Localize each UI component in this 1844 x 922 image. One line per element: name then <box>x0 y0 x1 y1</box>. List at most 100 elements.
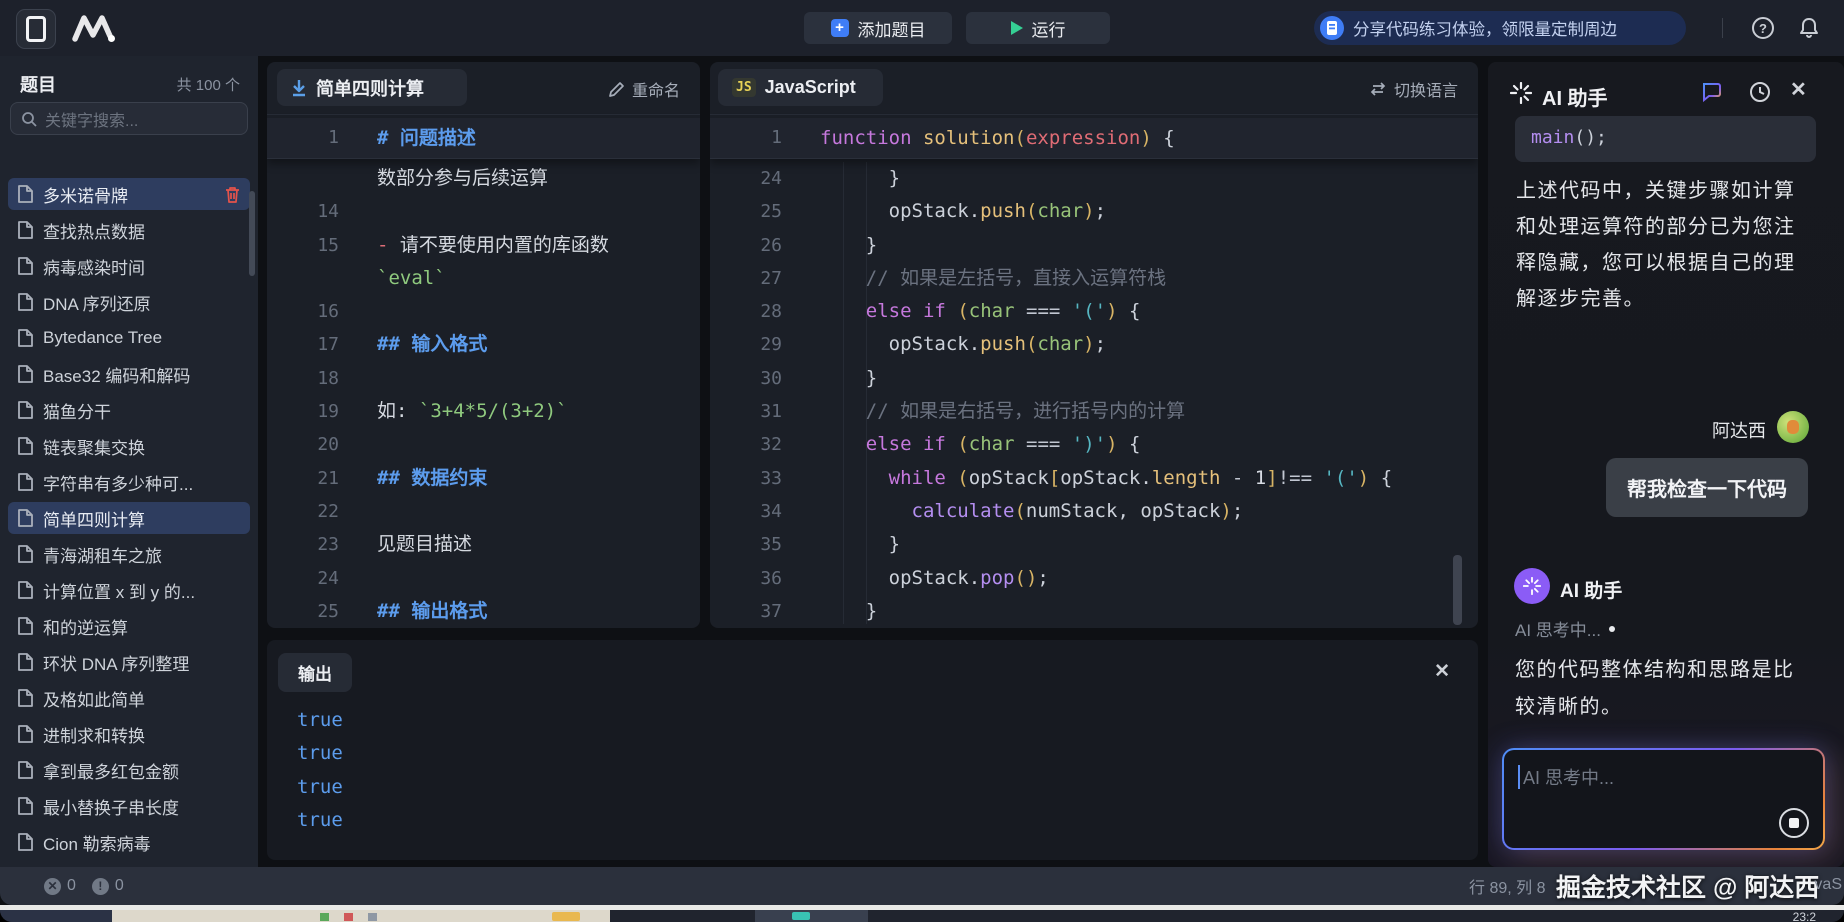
document-icon <box>18 221 33 239</box>
code-token: - <box>377 234 400 256</box>
os-taskbar: 23:2 <box>0 910 1844 922</box>
sidebar-item-label: 病毒感染时间 <box>43 254 240 279</box>
code-token: opStack <box>889 200 969 222</box>
taskbar-clock: 23:2 <box>1793 910 1816 922</box>
sidebar-item[interactable]: 简单四则计算 <box>8 502 250 534</box>
window-glyph <box>26 16 46 42</box>
sidebar-item[interactable]: 多米诺骨牌 <box>8 178 250 210</box>
code-token: numStack <box>1026 500 1118 522</box>
sidebar-item[interactable]: 青海湖租车之旅 <box>8 538 250 570</box>
sidebar-item[interactable]: Cion 勒索病毒 <box>8 826 250 858</box>
code-token: . <box>969 333 980 355</box>
sidebar-item[interactable]: 字符串有多少种可... <box>8 466 250 498</box>
problem-tab[interactable]: 简单四则计算 <box>277 69 467 106</box>
status-tail-text: vaS <box>1814 876 1842 894</box>
sidebar-item-label: 及格如此简单 <box>43 686 240 711</box>
code-token: ( <box>957 300 968 322</box>
line-number: 1 <box>710 118 782 151</box>
language-tab[interactable]: JS JavaScript <box>718 69 883 106</box>
ai-panel-title: AI 助手 <box>1542 82 1608 111</box>
line-text: } <box>782 595 877 628</box>
output-close-icon[interactable]: ✕ <box>1434 660 1450 683</box>
trash-icon[interactable] <box>225 186 240 203</box>
sidebar-item[interactable]: DNA 序列还原 <box>8 286 250 318</box>
code-token: ( <box>1026 333 1037 355</box>
sidebar-item[interactable]: Base32 编码和解码 <box>8 358 250 390</box>
marscode-logo-icon[interactable] <box>70 13 116 48</box>
line-text <box>339 295 377 328</box>
code-token: ; <box>1037 567 1048 589</box>
code-line: 33 while (opStack[opStack.length - 1]!==… <box>710 462 1478 495</box>
line-number: 27 <box>710 262 782 295</box>
ai-close-icon[interactable]: ✕ <box>1790 77 1814 101</box>
history-icon[interactable] <box>1748 80 1772 104</box>
code-editor[interactable]: 24 }25 opStack.push(char);26 }27 // 如果是左… <box>710 162 1478 628</box>
new-chat-icon[interactable] <box>1700 80 1724 104</box>
line-number: 19 <box>267 395 339 428</box>
sidebar-item-label: 字符串有多少种可... <box>43 470 240 495</box>
help-icon[interactable]: ? <box>1750 15 1776 41</box>
notification-bell-icon[interactable] <box>1796 15 1822 41</box>
sidebar-item[interactable]: 拿到最多红包金额 <box>8 754 250 786</box>
sidebar-item[interactable]: 进制求和转换 <box>8 718 250 750</box>
add-question-button[interactable]: + 添加题目 <box>804 12 952 44</box>
code-token: ( <box>1026 200 1037 222</box>
ai-chat-input[interactable]: AI 思考中... <box>1502 748 1825 850</box>
code-token: length <box>1152 467 1221 489</box>
sidebar-scrollbar[interactable] <box>249 191 255 276</box>
problem-panel: 简单四则计算 重命名 1# 问题描述 数部分参与后续运算1415- 请不要使用内… <box>267 62 700 628</box>
problem-editor[interactable]: 数部分参与后续运算1415- 请不要使用内置的库函数`eval`1617## 输… <box>267 162 700 628</box>
banner-doc-icon <box>1320 16 1344 40</box>
stop-generation-button[interactable] <box>1779 808 1809 838</box>
cursor-position[interactable]: 行 89, 列 8 <box>1469 867 1545 905</box>
sidebar-item[interactable]: 计算位置 x 到 y 的... <box>8 574 250 606</box>
sidebar: 题目 共 100 个 关键字搜索... 多米诺骨牌查找热点数据病毒感染时间DNA… <box>0 56 258 867</box>
sidebar-item[interactable]: Bytedance Tree <box>8 322 250 354</box>
code-token: 1 <box>1255 467 1266 489</box>
sidebar-item[interactable]: 查找热点数据 <box>8 214 250 246</box>
sidebar-item[interactable]: 环状 DNA 序列整理 <box>8 646 250 678</box>
code-token <box>820 467 889 489</box>
promo-banner[interactable]: 分享代码练习体验，领限量定制周边 <box>1314 11 1686 45</box>
output-line: true <box>297 704 343 737</box>
switch-language-button[interactable]: 切换语言 <box>1369 77 1458 101</box>
document-icon <box>18 725 33 743</box>
sidebar-item[interactable]: 链表聚集交换 <box>8 430 250 462</box>
problem-line: 23见题目描述 <box>267 528 700 561</box>
language-label: JavaScript <box>765 77 856 98</box>
errors-icon: ✕ <box>44 878 61 895</box>
sidebar-item[interactable]: 猫鱼分干 <box>8 394 250 426</box>
search-input[interactable]: 关键字搜索... <box>10 102 248 135</box>
run-button[interactable]: 运行 <box>966 12 1110 44</box>
add-question-label: 添加题目 <box>858 16 926 41</box>
sidebar-item-label: 最小替换子串长度 <box>43 794 240 819</box>
sidebar-item[interactable]: 及格如此简单 <box>8 682 250 714</box>
code-token: // 如果是右括号，进行括号内的计算 <box>866 400 1185 422</box>
sidebar-item-label: Bytedance Tree <box>43 328 240 348</box>
sidebar-item[interactable]: 最小替换子串长度 <box>8 790 250 822</box>
banner-text: 分享代码练习体验，领限量定制周边 <box>1353 16 1617 40</box>
window-icon[interactable] <box>16 9 56 49</box>
code-token: ) <box>1140 127 1151 149</box>
output-tab[interactable]: 输出 <box>278 653 352 692</box>
line-number: 32 <box>710 428 782 461</box>
code-token: opStack <box>1060 467 1140 489</box>
code-token: !== <box>1278 467 1312 489</box>
document-icon <box>18 653 33 671</box>
line-number: 23 <box>267 528 339 561</box>
code-scrollbar[interactable] <box>1453 555 1462 625</box>
sidebar-item-label: DNA 序列还原 <box>43 290 240 315</box>
sidebar-item[interactable]: 和的逆运算 <box>8 610 250 642</box>
line-text: } <box>782 528 900 561</box>
line-text: ## 输入格式 <box>339 328 487 361</box>
ai-input-placeholder: AI 思考中... <box>1523 764 1614 790</box>
output-values: truetruetruetrue <box>297 704 343 838</box>
rename-button[interactable]: 重命名 <box>608 77 680 101</box>
line-text: opStack.push(char); <box>782 195 1106 228</box>
code-line: 35 } <box>710 528 1478 561</box>
problem-line: 17## 输入格式 <box>267 328 700 361</box>
line-number: 24 <box>267 562 339 595</box>
sidebar-item[interactable]: 病毒感染时间 <box>8 250 250 282</box>
sidebar-item-label: 简单四则计算 <box>43 506 240 531</box>
code-token: # 问题描述 <box>377 127 476 149</box>
